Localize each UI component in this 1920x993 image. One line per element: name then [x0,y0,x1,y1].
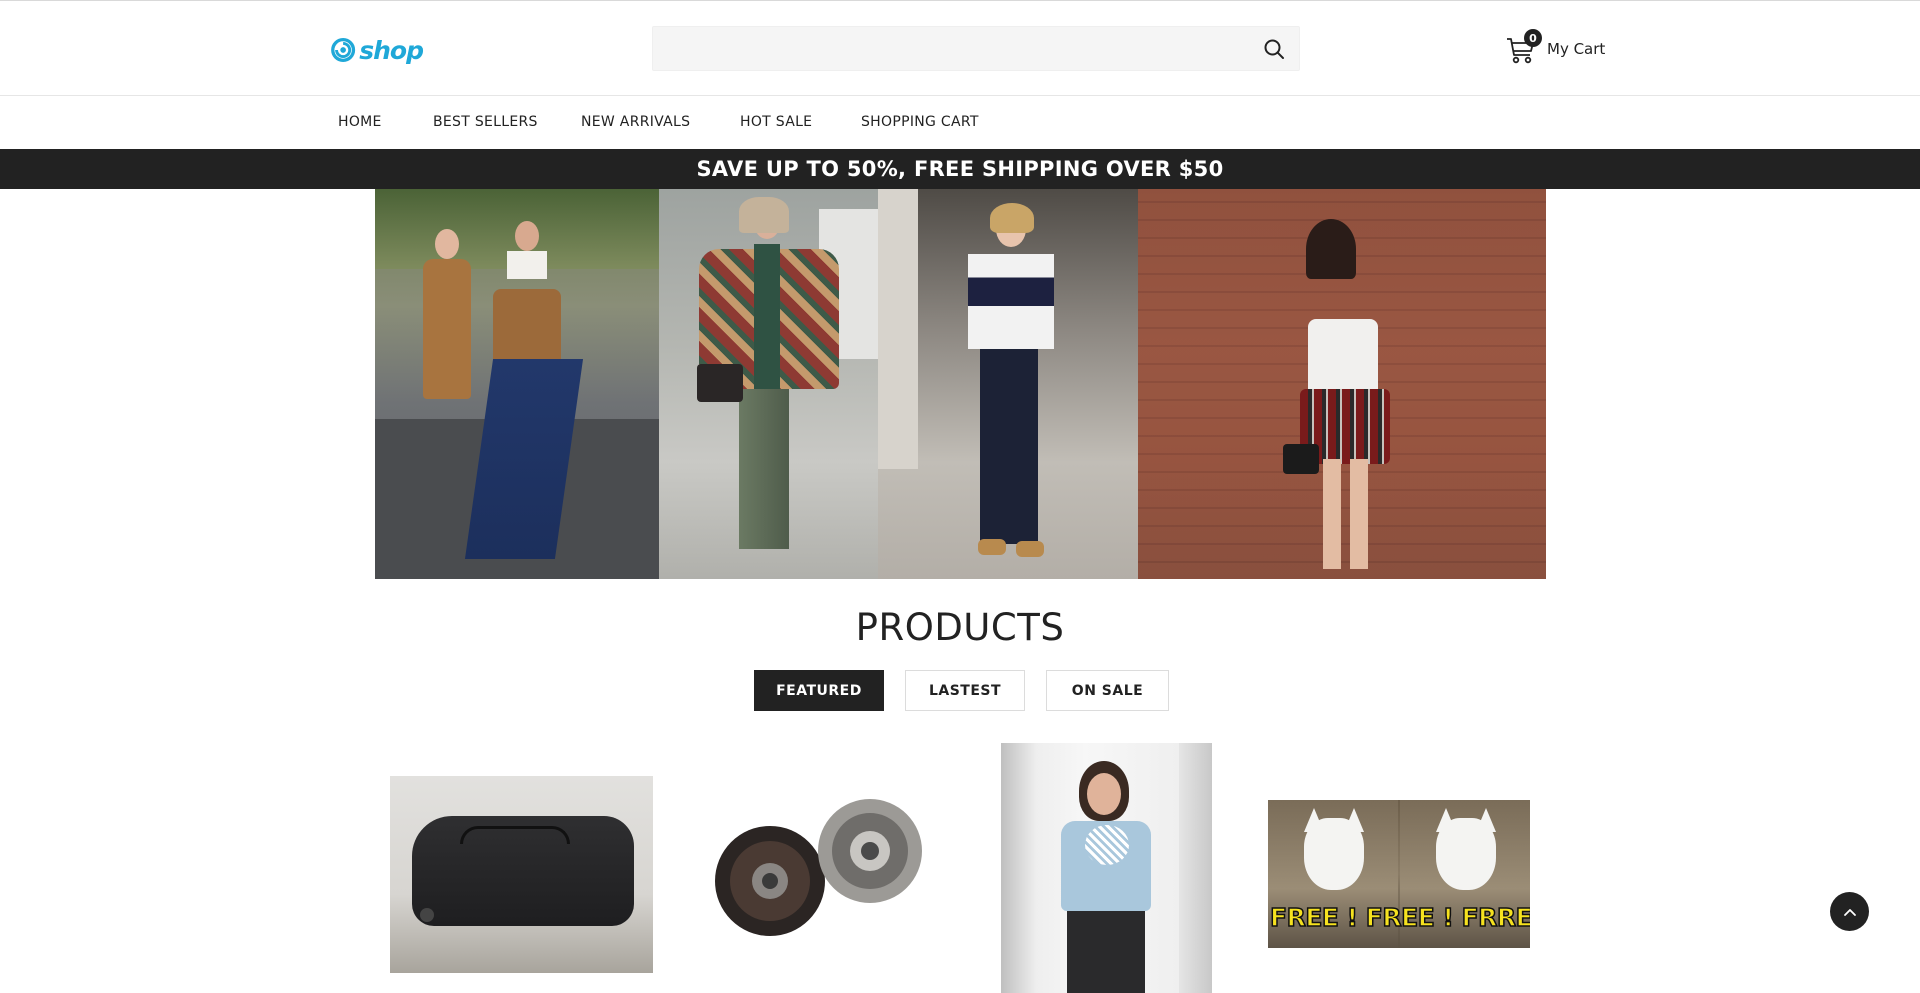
cart-icon-wrap: 0 [1505,29,1542,65]
search-input[interactable] [653,27,1243,70]
product-tabs: FEATURED LASTEST ON SALE [754,670,1169,711]
hero-panel-street-duo [375,189,659,579]
chevron-up-icon [1843,908,1856,916]
product-card-blue-blouse[interactable] [1001,743,1212,993]
site-header: shop 0 My Cart [0,1,1920,96]
products-heading: PRODUCTS [855,606,1065,649]
nav-item-shopping-cart[interactable]: SHOPPING CART [861,114,979,130]
hero-panel-brick-wall [1138,189,1546,579]
site-logo[interactable]: shop [329,34,424,66]
product-card-clutch-kit[interactable] [710,796,933,946]
search-icon[interactable] [1263,38,1285,60]
nav-item-best-sellers[interactable]: BEST SELLERS [433,114,538,130]
clutch-kit-image [715,799,922,936]
search-bar [652,26,1300,71]
cart-label: My Cart [1547,40,1606,58]
main-nav: HOME BEST SELLERS NEW ARRIVALS HOT SALE … [0,97,1920,149]
cart-count-badge: 0 [1524,29,1542,47]
nav-item-hot-sale[interactable]: HOT SALE [740,114,812,130]
tab-on-sale[interactable]: ON SALE [1046,670,1169,711]
hero-panel-plaid-cape [659,189,878,579]
logo-swirl-icon [331,37,356,63]
cart-button[interactable]: 0 My Cart [1505,29,1606,67]
promo-text: SAVE UP TO 50%, FREE SHIPPING OVER $50 [696,157,1224,181]
product-card-duffel-bag[interactable] [390,776,653,973]
nav-item-home[interactable]: HOME [338,114,382,130]
product-card-free-puppies[interactable]: FREE ! FREE ! FRRE [1268,800,1530,948]
hero-panel-striped-tee [878,189,1138,579]
promo-banner: SAVE UP TO 50%, FREE SHIPPING OVER $50 [0,149,1920,189]
tab-featured[interactable]: FEATURED [754,670,884,711]
tab-lastest[interactable]: LASTEST [905,670,1025,711]
nav-item-new-arrivals[interactable]: NEW ARRIVALS [581,114,690,130]
scroll-to-top-button[interactable] [1830,892,1869,931]
hero-banner[interactable] [375,189,1546,579]
logo-text: shop [359,35,424,65]
product-image-caption: FREE ! FREE ! FRRE [1269,902,1530,933]
